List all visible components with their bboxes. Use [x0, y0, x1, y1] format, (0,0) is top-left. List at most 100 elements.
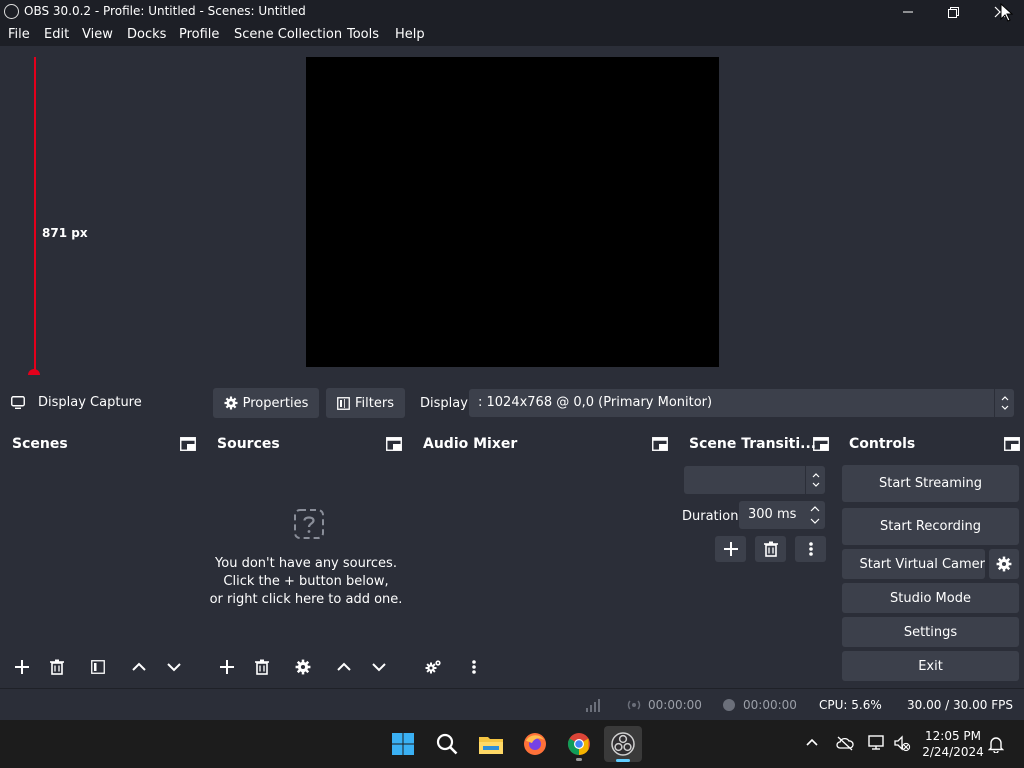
selected-source: Display Capture	[11, 395, 142, 410]
obs-logo-icon	[4, 4, 19, 19]
obs-logo-icon	[611, 732, 635, 756]
firefox-icon	[524, 733, 546, 755]
monitor-icon	[11, 396, 25, 409]
notification-bell-icon[interactable]	[988, 735, 1004, 753]
gear-icon	[224, 396, 238, 410]
move-source-down-button[interactable]	[365, 654, 393, 680]
move-scene-down-button[interactable]	[160, 654, 188, 680]
windows-logo-icon	[392, 733, 414, 755]
minimize-button[interactable]	[885, 0, 931, 24]
minimize-icon	[903, 11, 913, 13]
clock-date: 2/24/2024	[922, 745, 984, 759]
volume-muted-icon[interactable]	[893, 735, 911, 753]
chevron-down-icon	[167, 663, 181, 672]
taskbar-search-button[interactable]	[431, 728, 463, 760]
preview-canvas[interactable]	[306, 57, 719, 367]
exit-button[interactable]: Exit	[842, 651, 1019, 681]
start-streaming-button[interactable]: Start Streaming	[842, 465, 1019, 502]
display-select-arrows[interactable]	[994, 389, 1014, 417]
scenes-list[interactable]	[0, 459, 201, 686]
sources-empty-line-1: You don't have any sources.	[215, 556, 397, 571]
chevron-up-icon[interactable]	[805, 737, 819, 747]
audio-mixer-dock-title: Audio Mixer	[423, 436, 518, 452]
sources-empty-message: You don't have any sources. Click the + …	[205, 555, 407, 609]
chevron-up-icon	[132, 662, 146, 671]
start-button[interactable]	[387, 728, 419, 760]
remove-transition-button[interactable]	[755, 536, 786, 562]
undock-icon[interactable]	[386, 437, 402, 451]
properties-label: Properties	[242, 395, 309, 411]
signal-strength-icon	[586, 699, 600, 712]
gears-icon	[425, 660, 441, 674]
start-virtual-camera-button[interactable]: Start Virtual Camera	[842, 549, 985, 579]
cloud-offline-icon[interactable]	[836, 735, 854, 751]
display-select[interactable]: : 1024x768 @ 0,0 (Primary Monitor)	[469, 389, 1014, 417]
sources-dock-header: Sources	[205, 430, 407, 459]
audio-mixer-list[interactable]	[411, 459, 673, 686]
start-recording-button[interactable]: Start Recording	[842, 508, 1019, 545]
gear-icon	[996, 556, 1012, 572]
undock-icon[interactable]	[180, 437, 196, 451]
folder-icon	[479, 737, 503, 754]
menu-tools[interactable]: Tools	[347, 27, 379, 42]
duration-spinbox[interactable]: 300 ms	[739, 501, 825, 529]
display-label: Display	[420, 396, 468, 411]
scene-filters-button[interactable]	[84, 654, 112, 680]
source-properties-button[interactable]	[289, 654, 317, 680]
menu-view[interactable]: View	[82, 27, 113, 42]
sources-empty-line-2: Click the + button below,	[223, 574, 389, 589]
network-icon[interactable]	[867, 734, 885, 752]
menu-file[interactable]: File	[8, 27, 30, 42]
sources-list[interactable]: You don't have any sources. Click the + …	[205, 459, 407, 686]
sources-dock-title: Sources	[217, 436, 280, 452]
undock-icon[interactable]	[1004, 437, 1020, 451]
menu-docks[interactable]: Docks	[127, 27, 166, 42]
move-source-up-button[interactable]	[330, 654, 358, 680]
menu-profile[interactable]: Profile	[179, 27, 219, 42]
obs-taskbar-button[interactable]	[604, 726, 642, 762]
transition-select[interactable]	[684, 466, 825, 494]
scene-transitions-dock: Scene Transiti... Duration 300 ms	[677, 430, 833, 686]
settings-button[interactable]: Settings	[842, 617, 1019, 647]
duration-value: 300 ms	[748, 507, 797, 522]
record-time: 00:00:00	[743, 698, 797, 712]
transitions-panel: Duration 300 ms	[677, 459, 833, 686]
move-scene-up-button[interactable]	[125, 654, 153, 680]
audio-mixer-dock: Audio Mixer	[411, 430, 673, 686]
menu-help[interactable]: Help	[395, 27, 425, 42]
filters-button[interactable]: Filters	[326, 388, 405, 418]
properties-button[interactable]: Properties	[213, 388, 319, 418]
audio-mixer-menu-button[interactable]	[460, 654, 488, 680]
audio-advanced-properties-button[interactable]	[419, 654, 447, 680]
firefox-button[interactable]	[519, 728, 551, 760]
broadcast-icon	[627, 700, 641, 710]
menu-scene-collection[interactable]: Scene Collection	[234, 27, 342, 42]
menu-edit[interactable]: Edit	[44, 27, 69, 42]
stream-time: 00:00:00	[648, 698, 702, 712]
chrome-button[interactable]	[563, 728, 595, 761]
cpu-usage: CPU: 5.6%	[819, 698, 882, 712]
clock-time: 12:05 PM	[925, 729, 981, 743]
studio-mode-button[interactable]: Studio Mode	[842, 583, 1019, 613]
gear-icon	[295, 659, 311, 675]
chrome-icon	[568, 733, 590, 755]
add-source-button[interactable]	[213, 654, 241, 680]
transitions-dock-title: Scene Transiti...	[689, 436, 817, 452]
record-icon	[723, 699, 735, 711]
remove-scene-button[interactable]	[43, 654, 71, 680]
transition-select-arrows[interactable]	[805, 466, 825, 494]
remove-source-button[interactable]	[248, 654, 276, 680]
add-transition-button[interactable]	[715, 536, 746, 562]
scenes-list-area[interactable]	[0, 459, 201, 657]
file-explorer-button[interactable]	[475, 728, 507, 760]
controls-dock-title: Controls	[849, 436, 916, 452]
taskbar-clock[interactable]: 12:05 PM 2/24/2024	[918, 728, 988, 760]
transition-menu-button[interactable]	[795, 536, 826, 562]
add-scene-button[interactable]	[8, 654, 36, 680]
undock-icon[interactable]	[813, 437, 829, 451]
restore-icon	[947, 6, 959, 18]
audio-mixer-dock-header: Audio Mixer	[411, 430, 673, 459]
virtual-camera-settings-button[interactable]	[989, 549, 1019, 579]
undock-icon[interactable]	[652, 437, 668, 451]
maximize-button[interactable]	[930, 0, 976, 24]
